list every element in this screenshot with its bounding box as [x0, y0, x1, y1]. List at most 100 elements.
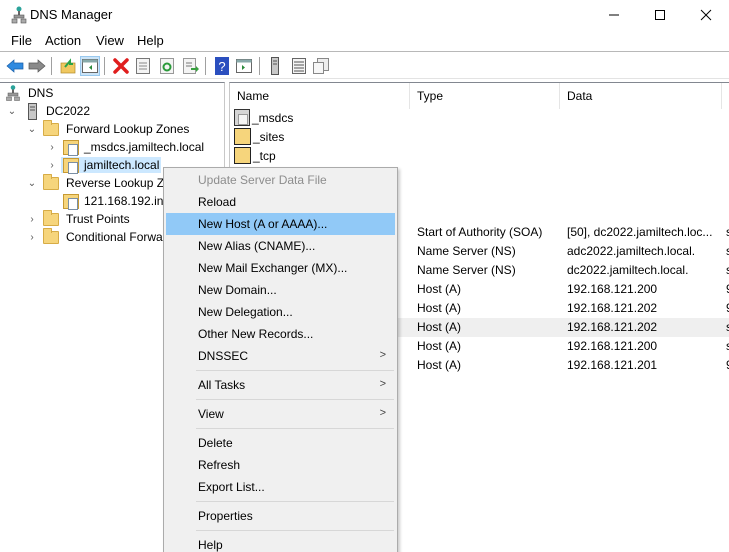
cell-name-text: _msdcs: [252, 110, 294, 125]
chevron-down-icon[interactable]: ⌄: [26, 124, 38, 135]
cell-name: _msdcs: [234, 109, 293, 126]
show-action-pane-button[interactable]: [234, 56, 254, 76]
close-button[interactable]: [683, 0, 729, 30]
show-hide-console-tree-button[interactable]: [80, 56, 100, 76]
minimize-button[interactable]: [591, 0, 637, 30]
tree-item-label: Reverse Lookup Zo: [66, 176, 171, 190]
menu-item-properties[interactable]: Properties: [166, 505, 395, 527]
folder-icon: [234, 128, 251, 145]
forward-button[interactable]: [27, 56, 47, 76]
menu-view[interactable]: View: [96, 33, 124, 48]
cell-type: Host (A): [417, 301, 462, 315]
column-header-name[interactable]: Name: [230, 83, 410, 109]
menu-item-delete[interactable]: Delete: [166, 432, 395, 454]
list-row[interactable]: _msdcs: [230, 109, 729, 128]
server-button[interactable]: [265, 56, 285, 76]
show-hide-console-tree-icon: [82, 59, 98, 73]
toolbar-separator: [104, 57, 105, 75]
column-header-timestamp[interactable]: T: [722, 83, 729, 109]
cell-data: 192.168.121.200: [567, 282, 658, 296]
tree-item-jamiltech-local[interactable]: › jamiltech.local: [46, 156, 162, 174]
menu-item-dnssec[interactable]: DNSSEC >: [166, 345, 395, 367]
chevron-right-icon[interactable]: ›: [26, 232, 38, 243]
cell-data: 192.168.121.201: [567, 358, 658, 372]
column-header-data[interactable]: Data: [560, 83, 722, 109]
folder-icon: [43, 209, 59, 226]
tree-item-label: Forward Lookup Zones: [66, 122, 190, 136]
cell-data: 192.168.121.200: [567, 339, 658, 353]
toolbar-separator: [205, 57, 206, 75]
column-header-type[interactable]: Type: [410, 83, 560, 109]
chevron-down-icon[interactable]: ⌄: [26, 178, 38, 189]
menu-file[interactable]: File: [11, 33, 32, 48]
refresh-button[interactable]: [157, 56, 177, 76]
title-bar: DNS Manager: [0, 0, 729, 30]
menu-item-label: View: [198, 407, 224, 421]
menu-action[interactable]: Action: [45, 33, 81, 48]
tree-item-conditional-forwarders[interactable]: › Conditional Forwa: [26, 227, 165, 246]
copy-icon: [313, 58, 329, 74]
export-list-button[interactable]: [181, 56, 201, 76]
tree-item-trust-points[interactable]: › Trust Points: [26, 209, 132, 228]
chevron-down-icon[interactable]: ⌄: [6, 106, 18, 117]
cell-type: Host (A): [417, 358, 462, 372]
list-row[interactable]: _tcp: [230, 147, 729, 166]
menu-item-view[interactable]: View >: [166, 403, 395, 425]
back-button[interactable]: [5, 56, 25, 76]
chevron-right-icon[interactable]: ›: [26, 214, 38, 225]
menu-item-label: New Alias (CNAME)...: [198, 239, 316, 253]
toolbar-separator: [259, 57, 260, 75]
list-row[interactable]: _sites: [230, 128, 729, 147]
cell-type: Name Server (NS): [417, 244, 516, 258]
tree-item-label: 121.168.192.in-: [84, 194, 168, 208]
menu-item-label: New Delegation...: [198, 305, 293, 319]
chevron-right-icon[interactable]: ›: [46, 142, 58, 153]
menu-item-new-delegation[interactable]: New Delegation...: [166, 301, 395, 323]
toolbar: ?: [0, 53, 729, 79]
menu-bar: File Action View Help: [0, 30, 729, 52]
tree-item-dns[interactable]: DNS: [6, 84, 55, 102]
cell-type: Host (A): [417, 320, 462, 334]
menu-item-reload[interactable]: Reload: [166, 191, 395, 213]
menu-item-label: Reload: [198, 195, 237, 209]
forward-arrow-icon: [28, 59, 46, 73]
help-button[interactable]: ?: [212, 56, 232, 76]
copy-button[interactable]: [311, 56, 331, 76]
tree-item-label: _msdcs.jamiltech.local: [84, 140, 205, 154]
menu-item-other-new-records[interactable]: Other New Records...: [166, 323, 395, 345]
tree-item-msdcs-zone[interactable]: › _msdcs.jamiltech.local: [46, 138, 206, 156]
menu-item-export-list[interactable]: Export List...: [166, 476, 395, 498]
menu-item-update-server-data-file: Update Server Data File: [166, 169, 395, 191]
tree-item-reverse-zone[interactable]: 121.168.192.in-: [46, 192, 169, 210]
menu-item-all-tasks[interactable]: All Tasks >: [166, 374, 395, 396]
menu-separator: [196, 501, 394, 502]
menu-item-help[interactable]: Help: [166, 534, 395, 552]
menu-item-label: Help: [198, 538, 223, 552]
properties-icon: [136, 58, 150, 74]
toolbar-separator: [51, 57, 52, 75]
tree-item-dc2022[interactable]: ⌄ DC2022: [6, 102, 92, 120]
delete-button[interactable]: [111, 56, 131, 76]
up-one-level-button[interactable]: [58, 56, 78, 76]
list-view-button[interactable]: [289, 56, 309, 76]
maximize-button[interactable]: [637, 0, 683, 30]
cell-data: [50], dc2022.jamiltech.loc...: [567, 225, 713, 239]
properties-button[interactable]: [133, 56, 153, 76]
menu-item-new-domain[interactable]: New Domain...: [166, 279, 395, 301]
tree-item-forward-lookup-zones[interactable]: ⌄ Forward Lookup Zones: [26, 119, 191, 138]
menu-item-label: Refresh: [198, 458, 241, 472]
folder-icon: [234, 147, 251, 164]
menu-item-new-host-a-or-aaaa[interactable]: New Host (A or AAAA)...: [166, 213, 395, 235]
menu-item-new-mail-exchanger-mx[interactable]: New Mail Exchanger (MX)...: [166, 257, 395, 279]
menu-separator: [196, 428, 394, 429]
menu-separator: [196, 399, 394, 400]
menu-item-new-alias-cname[interactable]: New Alias (CNAME)...: [166, 235, 395, 257]
menu-item-label: New Host (A or AAAA)...: [198, 217, 328, 231]
menu-help[interactable]: Help: [137, 33, 164, 48]
window-title: DNS Manager: [30, 7, 113, 22]
chevron-right-icon[interactable]: ›: [46, 160, 58, 171]
tree-item-reverse-lookup-zones[interactable]: ⌄ Reverse Lookup Zo: [26, 173, 173, 192]
menu-item-refresh[interactable]: Refresh: [166, 454, 395, 476]
maximize-icon: [655, 10, 665, 20]
cell-data: adc2022.jamiltech.local.: [567, 244, 696, 258]
